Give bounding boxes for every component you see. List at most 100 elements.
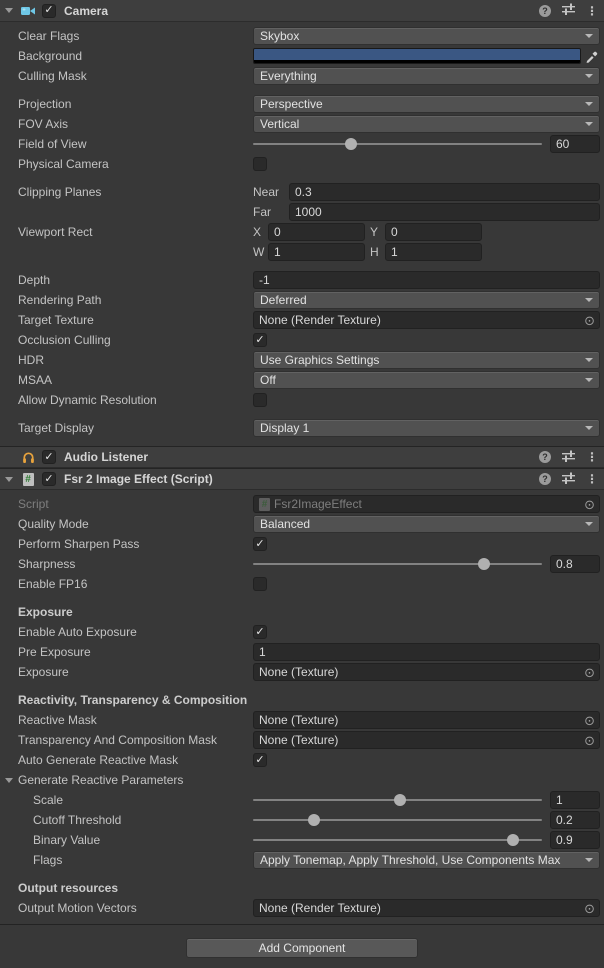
cutoff-threshold-value[interactable]: 0.2 bbox=[550, 811, 600, 829]
reactive-mask-field[interactable]: None (Texture)⊙ bbox=[253, 711, 600, 729]
exposure-field[interactable]: None (Texture)⊙ bbox=[253, 663, 600, 681]
physical-camera-row: Physical Camera bbox=[0, 154, 604, 174]
background-row: Background bbox=[0, 46, 604, 66]
exposure-label: Exposure bbox=[0, 665, 253, 679]
binary-value-slider[interactable] bbox=[253, 831, 542, 849]
perform-sharpen-pass-row: Perform Sharpen Pass bbox=[0, 534, 604, 554]
fov-axis-row: FOV Axis Vertical bbox=[0, 114, 604, 134]
rendering-path-dropdown[interactable]: Deferred bbox=[253, 291, 600, 309]
binary-value-value[interactable]: 0.9 bbox=[550, 831, 600, 849]
projection-dropdown[interactable]: Perspective bbox=[253, 95, 600, 113]
fsr2-menu-icon[interactable]: ⋮ bbox=[586, 474, 598, 484]
camera-menu-icon[interactable]: ⋮ bbox=[586, 6, 598, 16]
sharpness-value[interactable]: 0.8 bbox=[550, 555, 600, 573]
physical-camera-checkbox[interactable] bbox=[253, 157, 267, 171]
target-display-dropdown[interactable]: Display 1 bbox=[253, 419, 600, 437]
scale-value[interactable]: 1 bbox=[550, 791, 600, 809]
fsr2-presets-icon[interactable] bbox=[562, 472, 575, 487]
enable-auto-exposure-label: Enable Auto Exposure bbox=[0, 625, 253, 639]
slider-handle[interactable] bbox=[478, 558, 490, 570]
depth-row: Depth -1 bbox=[0, 270, 604, 290]
chevron-down-icon bbox=[585, 378, 593, 382]
object-picker-icon[interactable]: ⊙ bbox=[584, 314, 595, 327]
enable-auto-exposure-checkbox[interactable] bbox=[253, 625, 267, 639]
far-field[interactable]: 1000 bbox=[289, 203, 600, 221]
allow-dynamic-resolution-label: Allow Dynamic Resolution bbox=[0, 393, 253, 407]
slider-handle[interactable] bbox=[345, 138, 357, 150]
occlusion-culling-label: Occlusion Culling bbox=[0, 333, 253, 347]
viewport-x-field[interactable]: 0 bbox=[268, 223, 365, 241]
camera-component-header[interactable]: Camera ? ⋮ bbox=[0, 0, 604, 22]
slider-handle[interactable] bbox=[507, 834, 519, 846]
output-motion-vectors-field[interactable]: None (Render Texture)⊙ bbox=[253, 899, 600, 917]
cutoff-threshold-slider[interactable] bbox=[253, 811, 542, 829]
camera-enabled-checkbox[interactable] bbox=[42, 4, 56, 18]
camera-foldout-icon[interactable] bbox=[4, 6, 14, 16]
object-picker-icon[interactable]: ⊙ bbox=[584, 902, 595, 915]
generate-reactive-foldout-icon[interactable] bbox=[4, 775, 14, 785]
viewport-y-field[interactable]: 0 bbox=[385, 223, 482, 241]
viewport-rect-label: Viewport Rect bbox=[0, 225, 253, 239]
background-color-swatch[interactable] bbox=[253, 48, 581, 64]
eyedropper-icon[interactable] bbox=[582, 48, 600, 64]
near-field[interactable]: 0.3 bbox=[289, 183, 600, 201]
flags-label: Flags bbox=[0, 853, 253, 867]
audio-listener-enabled-checkbox[interactable] bbox=[42, 450, 56, 464]
binary-value-label: Binary Value bbox=[0, 833, 253, 847]
pre-exposure-field[interactable]: 1 bbox=[253, 643, 600, 661]
script-field[interactable]: #Fsr2ImageEffect⊙ bbox=[253, 495, 600, 513]
allow-dynamic-resolution-checkbox[interactable] bbox=[253, 393, 267, 407]
perform-sharpen-pass-checkbox[interactable] bbox=[253, 537, 267, 551]
reactive-mask-row: Reactive Mask None (Texture)⊙ bbox=[0, 710, 604, 730]
transparency-mask-label: Transparency And Composition Mask bbox=[0, 733, 253, 747]
object-picker-icon[interactable]: ⊙ bbox=[584, 714, 595, 727]
viewport-h-field[interactable]: 1 bbox=[385, 243, 482, 261]
object-picker-icon[interactable]: ⊙ bbox=[584, 498, 595, 511]
culling-mask-dropdown[interactable]: Everything bbox=[253, 67, 600, 85]
sharpness-slider[interactable] bbox=[253, 555, 542, 573]
field-of-view-slider[interactable] bbox=[253, 135, 542, 153]
object-picker-icon[interactable]: ⊙ bbox=[584, 734, 595, 747]
depth-field[interactable]: -1 bbox=[253, 271, 600, 289]
viewport-w-field[interactable]: 1 bbox=[268, 243, 365, 261]
cutoff-threshold-label: Cutoff Threshold bbox=[0, 813, 253, 827]
viewport-rect-xy-row: Viewport Rect X 0 Y 0 bbox=[0, 222, 604, 242]
chevron-down-icon bbox=[585, 358, 593, 362]
clear-flags-dropdown[interactable]: Skybox bbox=[253, 27, 600, 45]
fsr2-enabled-checkbox[interactable] bbox=[42, 472, 56, 486]
occlusion-culling-checkbox[interactable] bbox=[253, 333, 267, 347]
camera-presets-icon[interactable] bbox=[562, 3, 575, 18]
audio-listener-presets-icon[interactable] bbox=[562, 450, 575, 465]
hdr-dropdown[interactable]: Use Graphics Settings bbox=[253, 351, 600, 369]
fov-axis-dropdown[interactable]: Vertical bbox=[253, 115, 600, 133]
target-display-label: Target Display bbox=[0, 421, 253, 435]
audio-listener-header[interactable]: Audio Listener ? ⋮ bbox=[0, 446, 604, 468]
chevron-down-icon bbox=[585, 34, 593, 38]
clear-flags-label: Clear Flags bbox=[0, 29, 253, 43]
object-picker-icon[interactable]: ⊙ bbox=[584, 666, 595, 679]
auto-generate-reactive-mask-checkbox[interactable] bbox=[253, 753, 267, 767]
fsr2-foldout-icon[interactable] bbox=[4, 474, 14, 484]
sharpness-label: Sharpness bbox=[0, 557, 253, 571]
camera-help-icon[interactable]: ? bbox=[539, 5, 551, 17]
slider-handle[interactable] bbox=[394, 794, 406, 806]
target-texture-field[interactable]: None (Render Texture)⊙ bbox=[253, 311, 600, 329]
add-component-button[interactable]: Add Component bbox=[186, 938, 418, 958]
audio-listener-help-icon[interactable]: ? bbox=[539, 451, 551, 463]
clipping-near-row: Clipping Planes Near 0.3 bbox=[0, 182, 604, 202]
generate-reactive-parameters-row[interactable]: Generate Reactive Parameters bbox=[0, 770, 604, 790]
field-of-view-value[interactable]: 60 bbox=[550, 135, 600, 153]
flags-dropdown[interactable]: Apply Tonemap, Apply Threshold, Use Comp… bbox=[253, 851, 600, 869]
transparency-mask-field[interactable]: None (Texture)⊙ bbox=[253, 731, 600, 749]
fsr2-component-header[interactable]: # Fsr 2 Image Effect (Script) ? ⋮ bbox=[0, 468, 604, 490]
audio-listener-menu-icon[interactable]: ⋮ bbox=[586, 452, 598, 462]
fsr2-help-icon[interactable]: ? bbox=[539, 473, 551, 485]
scale-slider[interactable] bbox=[253, 791, 542, 809]
msaa-dropdown[interactable]: Off bbox=[253, 371, 600, 389]
quality-mode-dropdown[interactable]: Balanced bbox=[253, 515, 600, 533]
clear-flags-row: Clear Flags Skybox bbox=[0, 26, 604, 46]
enable-fp16-checkbox[interactable] bbox=[253, 577, 267, 591]
slider-handle[interactable] bbox=[308, 814, 320, 826]
hdr-label: HDR bbox=[0, 353, 253, 367]
clipping-planes-label: Clipping Planes bbox=[0, 185, 253, 199]
